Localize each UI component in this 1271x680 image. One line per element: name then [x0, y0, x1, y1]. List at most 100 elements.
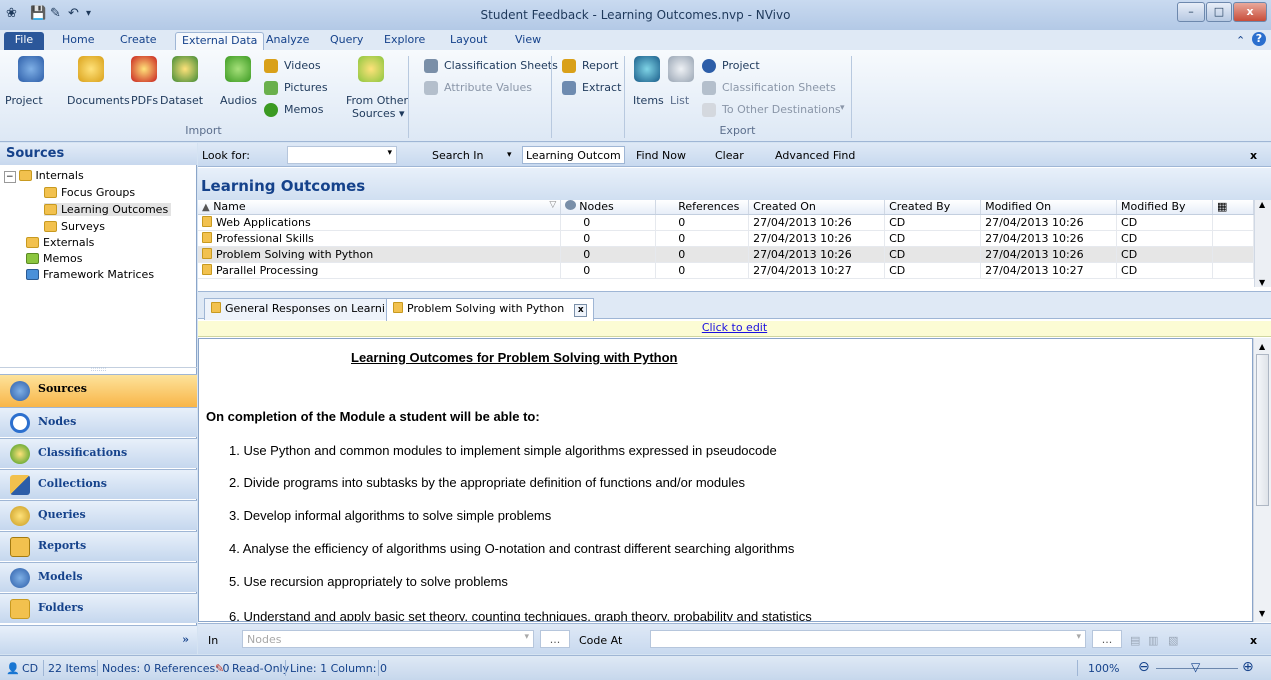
project-import-icon[interactable] — [18, 56, 44, 82]
pdfs-button[interactable]: PDFs — [131, 94, 158, 107]
import-project-button[interactable]: Project — [5, 94, 43, 107]
tab-create[interactable]: Create — [120, 32, 157, 50]
help-icon[interactable]: ? — [1252, 32, 1266, 46]
document-viewer[interactable]: Learning Outcomes for Problem Solving wi… — [198, 338, 1253, 622]
tab-layout[interactable]: Layout — [450, 32, 487, 50]
nav-collections[interactable]: Collections — [0, 469, 197, 499]
tab-external-data[interactable]: External Data — [175, 32, 265, 50]
extract-button[interactable]: Extract — [582, 81, 621, 94]
close-window-button[interactable]: x — [1233, 2, 1267, 22]
pdf-icon[interactable] — [131, 56, 157, 82]
code-at-dropdown[interactable]: ▾ — [650, 630, 1086, 648]
export-items-button[interactable]: Items — [633, 94, 664, 107]
splitter-handle[interactable]: :::::::: — [0, 367, 197, 373]
search-scope-field[interactable]: Learning Outcom — [522, 146, 625, 164]
chevron-down-icon[interactable]: ▾ — [1076, 632, 1081, 642]
tab-home[interactable]: Home — [62, 32, 94, 50]
find-now-button[interactable]: Find Now — [636, 149, 686, 162]
code-icon[interactable]: ▤ — [1130, 634, 1140, 647]
from-other-sources-line2[interactable]: Sources ▾ — [352, 107, 405, 120]
audios-button[interactable]: Audios — [220, 94, 257, 107]
export-classification-sheets-button[interactable]: Classification Sheets — [722, 81, 836, 94]
column-header-modified-on[interactable]: Modified On — [980, 200, 1118, 215]
chevron-down-icon[interactable]: ▾ — [524, 632, 529, 642]
table-row-selected[interactable]: Problem Solving with Python 0 0 27/04/20… — [198, 246, 1255, 263]
table-row[interactable]: Professional Skills 0 0 27/04/2013 10:26… — [198, 230, 1255, 247]
scroll-down-icon[interactable]: ▼ — [1259, 278, 1265, 287]
uncode-icon[interactable]: ▧ — [1168, 634, 1178, 647]
zoom-out-icon[interactable]: ⊖ — [1138, 659, 1150, 675]
scroll-up-icon[interactable]: ▲ — [1259, 200, 1265, 209]
scroll-down-icon[interactable]: ▼ — [1259, 609, 1265, 618]
browse-code-at-button[interactable]: ... — [1092, 630, 1122, 648]
other-sources-icon[interactable] — [358, 56, 384, 82]
tab-explore[interactable]: Explore — [384, 32, 425, 50]
close-coding-bar-button[interactable]: x — [1250, 634, 1257, 647]
collapse-ribbon-icon[interactable]: ⌃ — [1236, 33, 1245, 51]
tab-analyze[interactable]: Analyze — [266, 32, 309, 50]
scrollbar-thumb[interactable] — [1256, 354, 1269, 506]
column-header-name[interactable]: ▲ Name ▽ — [198, 200, 562, 215]
chevron-down-icon[interactable]: ▾ — [387, 148, 392, 158]
dataset-icon[interactable] — [172, 56, 198, 82]
column-chooser-icon[interactable]: ▦ — [1212, 200, 1255, 215]
tab-problem-solving-python[interactable]: Problem Solving with Python x — [386, 298, 595, 321]
export-list-button[interactable]: List — [670, 94, 689, 107]
click-to-edit-link[interactable]: Click to edit — [198, 321, 1271, 337]
nav-queries[interactable]: Queries — [0, 500, 197, 530]
column-header-nodes[interactable]: Nodes — [560, 200, 657, 215]
import-classification-sheets-button[interactable]: Classification Sheets — [444, 59, 558, 72]
tree-item-externals[interactable]: Externals — [26, 236, 94, 249]
nav-folders[interactable]: Folders — [0, 593, 197, 623]
documents-icon[interactable] — [78, 56, 104, 82]
tree-item-focus-groups[interactable]: Focus Groups — [44, 186, 135, 199]
from-other-sources-line1[interactable]: From Other — [346, 94, 408, 107]
chevron-down-icon[interactable]: ▾ — [507, 150, 512, 160]
column-header-created-by[interactable]: Created By — [884, 200, 982, 215]
nodes-dropdown[interactable]: Nodes ▾ — [242, 630, 534, 648]
tab-general-responses[interactable]: General Responses on Learni — [204, 298, 392, 320]
videos-button[interactable]: Videos — [284, 59, 321, 72]
code-in-vivo-icon[interactable]: ▥ — [1148, 634, 1158, 647]
export-project-button[interactable]: Project — [722, 59, 760, 72]
collapse-icon[interactable]: − — [4, 171, 16, 183]
zoom-slider-thumb[interactable]: ▽ — [1191, 660, 1200, 674]
zoom-in-icon[interactable]: ⊕ — [1242, 659, 1254, 675]
nav-sources[interactable]: Sources — [0, 374, 197, 407]
search-in-button[interactable]: Search In — [432, 149, 484, 162]
column-header-created-on[interactable]: Created On — [748, 200, 886, 215]
dataset-button[interactable]: Dataset — [160, 94, 203, 107]
tab-query[interactable]: Query — [330, 32, 363, 50]
close-tab-icon[interactable]: x — [574, 304, 588, 317]
document-scrollbar[interactable]: ▲ ▼ — [1253, 338, 1271, 622]
tab-file[interactable]: File — [4, 32, 44, 50]
report-button[interactable]: Report — [582, 59, 618, 72]
clear-button[interactable]: Clear — [715, 149, 744, 162]
tree-item-framework-matrices[interactable]: Framework Matrices — [26, 268, 154, 281]
tab-view[interactable]: View — [515, 32, 541, 50]
list-scrollbar[interactable]: ▲ ▼ — [1254, 200, 1271, 287]
filter-icon[interactable]: ▽ — [549, 200, 556, 210]
tree-item-learning-outcomes[interactable]: Learning Outcomes — [44, 203, 172, 216]
nav-nodes[interactable]: Nodes — [0, 407, 197, 437]
scroll-up-icon[interactable]: ▲ — [1259, 342, 1265, 351]
export-list-icon[interactable] — [668, 56, 694, 82]
tree-item-memos[interactable]: Memos — [26, 252, 82, 265]
chevron-down-icon[interactable]: ▾ — [840, 103, 845, 113]
maximize-button[interactable]: □ — [1206, 2, 1232, 22]
column-header-modified-by[interactable]: Modified By — [1116, 200, 1213, 215]
documents-button[interactable]: Documents — [67, 94, 130, 107]
export-items-icon[interactable] — [634, 56, 660, 82]
memos-button[interactable]: Memos — [284, 103, 323, 116]
tree-item-internals[interactable]: − Internals — [4, 169, 84, 183]
attribute-values-button[interactable]: Attribute Values — [444, 81, 532, 94]
close-find-bar-button[interactable]: x — [1250, 149, 1257, 162]
pictures-button[interactable]: Pictures — [284, 81, 328, 94]
minimize-button[interactable]: – — [1177, 2, 1205, 22]
tree-item-surveys[interactable]: Surveys — [44, 220, 105, 233]
look-for-input[interactable]: ▾ — [287, 146, 397, 164]
to-other-destinations-button[interactable]: To Other Destinations — [722, 103, 841, 116]
audio-icon[interactable] — [225, 56, 251, 82]
table-row[interactable]: Web Applications 0 0 27/04/2013 10:26 CD… — [198, 214, 1255, 231]
browse-nodes-button[interactable]: ... — [540, 630, 570, 648]
